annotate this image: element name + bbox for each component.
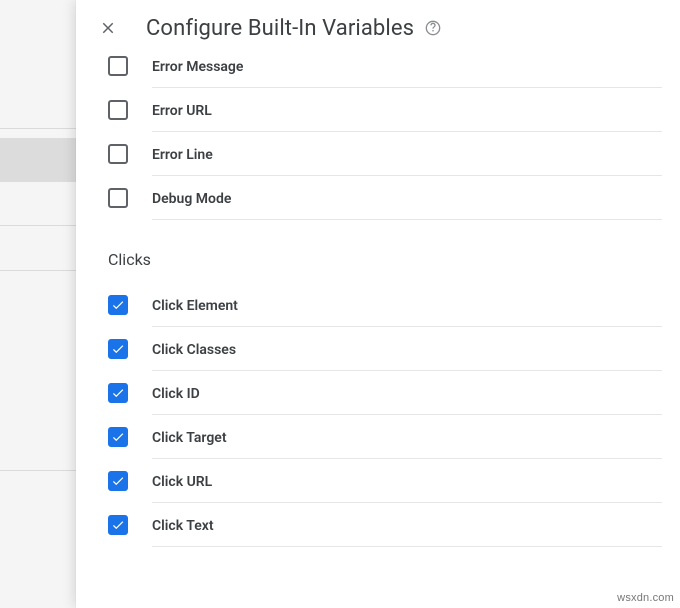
help-icon: [425, 20, 441, 36]
checkbox[interactable]: [108, 188, 128, 208]
variable-label: Click URL: [152, 474, 212, 490]
panel-title: Configure Built-In Variables: [146, 16, 442, 41]
close-icon: [99, 19, 117, 37]
variable-label: Click Text: [152, 518, 214, 534]
panel-body: Error Message Error URL Error Line: [76, 56, 680, 567]
row-label-wrap: Click Target: [152, 427, 662, 459]
check-icon: [111, 474, 125, 488]
variable-label: Click Element: [152, 298, 238, 314]
variable-row[interactable]: Error Line: [102, 132, 662, 176]
check-icon: [111, 430, 125, 444]
checkbox[interactable]: [108, 144, 128, 164]
check-icon: [111, 342, 125, 356]
checkbox[interactable]: [108, 100, 128, 120]
row-label-wrap: Debug Mode: [152, 188, 662, 220]
panel-header: Configure Built-In Variables: [76, 0, 680, 56]
variable-row[interactable]: Click Classes: [102, 327, 662, 371]
variable-label: Click Target: [152, 430, 227, 446]
variable-row[interactable]: Error URL: [102, 88, 662, 132]
row-label-wrap: Click ID: [152, 383, 662, 415]
variable-row[interactable]: Click Target: [102, 415, 662, 459]
variable-row[interactable]: Click ID: [102, 371, 662, 415]
row-label-wrap: Click URL: [152, 471, 662, 503]
row-label-wrap: Click Element: [152, 295, 662, 327]
checkbox[interactable]: [108, 56, 128, 76]
checkbox[interactable]: [108, 515, 128, 535]
checkbox[interactable]: [108, 339, 128, 359]
check-icon: [111, 298, 125, 312]
check-icon: [111, 386, 125, 400]
checkbox[interactable]: [108, 427, 128, 447]
variable-label: Error URL: [152, 103, 212, 119]
variable-row[interactable]: Click URL: [102, 459, 662, 503]
variable-row[interactable]: Click Text: [102, 503, 662, 547]
config-panel: Configure Built-In Variables Error Messa…: [76, 0, 680, 608]
checkbox[interactable]: [108, 383, 128, 403]
row-label-wrap: Click Classes: [152, 339, 662, 371]
variable-label: Click ID: [152, 386, 200, 402]
variable-label: Error Message: [152, 59, 243, 75]
row-label-wrap: Error Line: [152, 144, 662, 176]
variable-row[interactable]: Click Element: [102, 283, 662, 327]
variable-label: Debug Mode: [152, 191, 231, 207]
check-icon: [111, 518, 125, 532]
close-button[interactable]: [94, 14, 122, 42]
help-button[interactable]: [424, 19, 442, 37]
variable-row[interactable]: Error Message: [102, 56, 662, 88]
row-label-wrap: Error URL: [152, 100, 662, 132]
variable-row[interactable]: Debug Mode: [102, 176, 662, 220]
row-label-wrap: Click Text: [152, 515, 662, 547]
checkbox[interactable]: [108, 471, 128, 491]
variable-label: Click Classes: [152, 342, 236, 358]
watermark: wsxdn.com: [617, 592, 674, 604]
variable-label: Error Line: [152, 147, 213, 163]
panel-title-text: Configure Built-In Variables: [146, 16, 414, 41]
checkbox[interactable]: [108, 295, 128, 315]
row-label-wrap: Error Message: [152, 56, 662, 88]
section-title: Clicks: [108, 250, 662, 269]
